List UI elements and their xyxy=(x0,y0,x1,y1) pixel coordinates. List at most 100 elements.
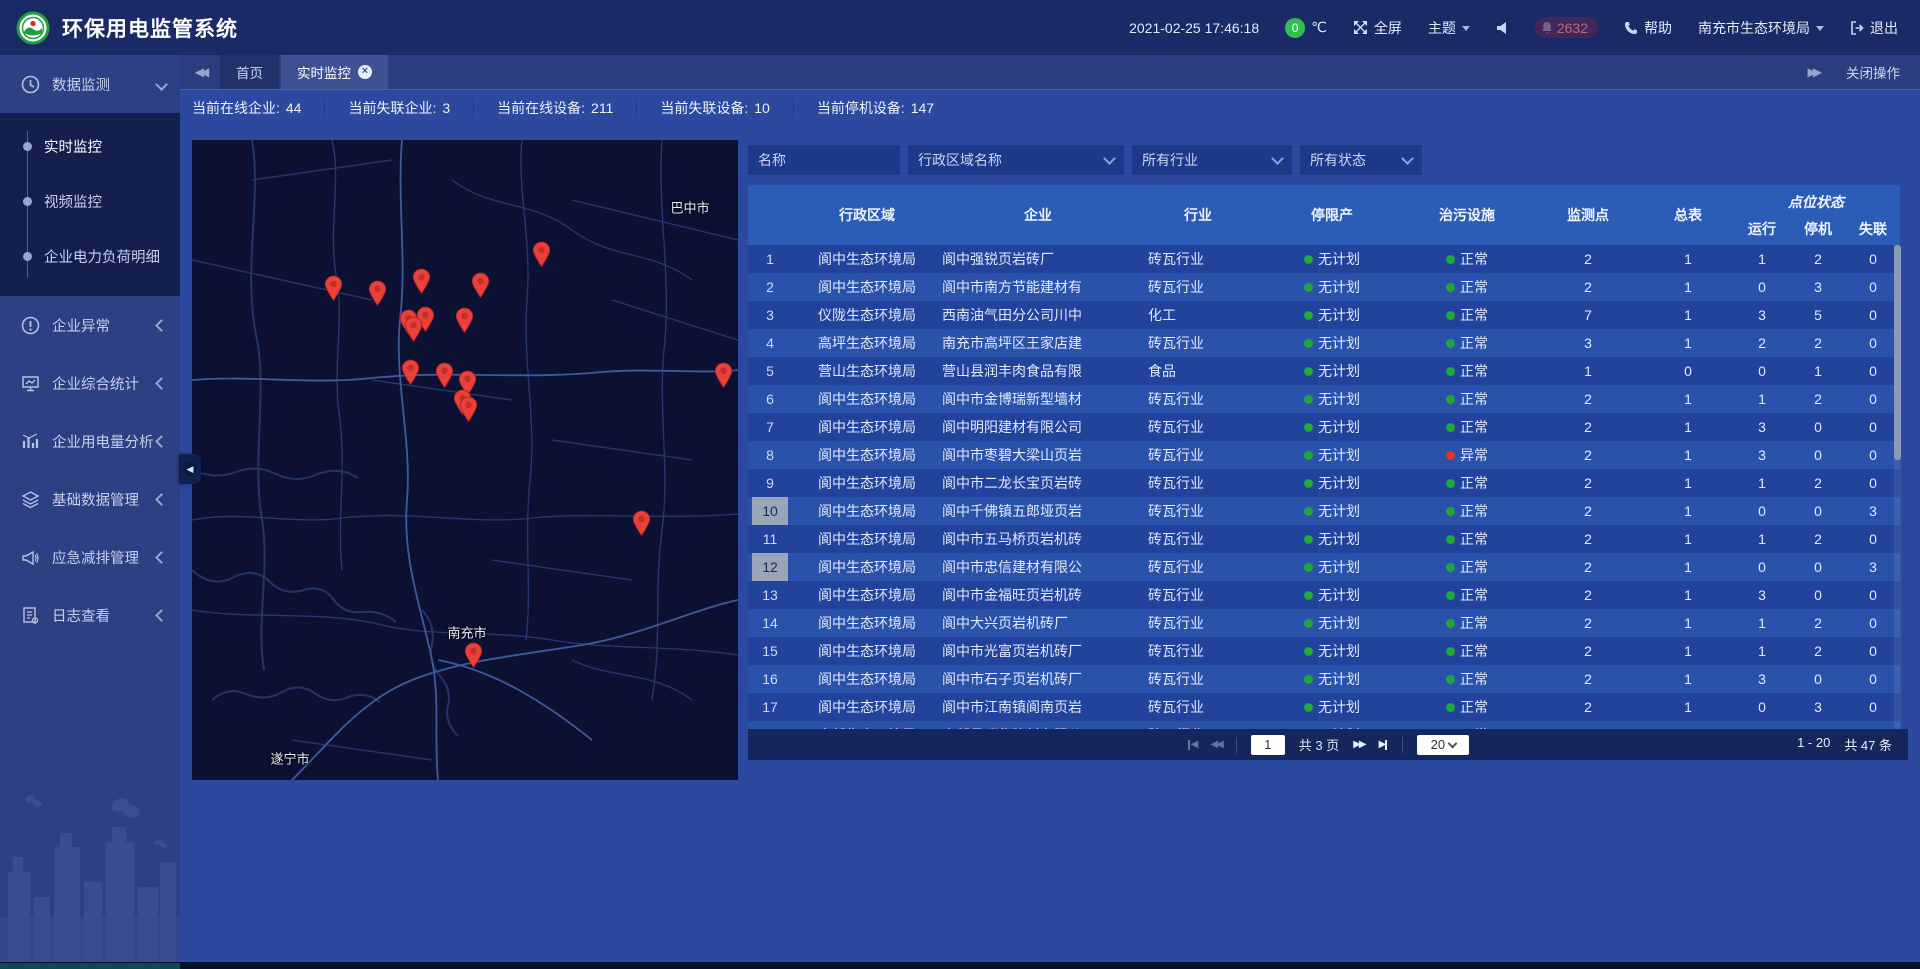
logout-button[interactable]: 退出 xyxy=(1850,18,1898,38)
sidebar-item-label: 企业电力负荷明细 xyxy=(44,246,160,267)
cell-region: 阆中生态环境局 xyxy=(792,469,942,497)
sidebar-group-1[interactable]: 数据监测 xyxy=(0,55,180,113)
sidebar-item-视频监控[interactable]: 视频监控 xyxy=(0,174,180,229)
map-pin-icon[interactable] xyxy=(435,362,454,388)
sidebar-item-企业电力负荷明细[interactable]: 企业电力负荷明细 xyxy=(0,229,180,284)
column-header-monitor: 监测点 xyxy=(1532,185,1644,245)
table-scrollbar[interactable] xyxy=(1894,245,1901,729)
help-button[interactable]: 帮助 xyxy=(1624,18,1672,38)
notification-badge[interactable]: 2632 xyxy=(1535,17,1598,38)
table-row[interactable]: 6阆中生态环境局阆中市金博瑞新型墙材砖瓦行业无计划正常21120 xyxy=(748,385,1900,413)
table-row[interactable]: 13阆中生态环境局阆中市金福旺页岩机砖砖瓦行业无计划正常21300 xyxy=(748,581,1900,609)
table-row[interactable]: 9阆中生态环境局阆中市二龙长宝页岩砖砖瓦行业无计划正常21120 xyxy=(748,469,1900,497)
table-row[interactable]: 10阆中生态环境局阆中千佛镇五郎垭页岩砖瓦行业无计划正常21003 xyxy=(748,497,1900,525)
name-filter-input[interactable]: 名称 xyxy=(748,145,900,175)
tab-实时监控[interactable]: 实时监控× xyxy=(281,55,388,89)
table-row[interactable]: 1阆中生态环境局阆中强锐页岩砖厂砖瓦行业无计划正常21120 xyxy=(748,245,1900,273)
facility-status-text: 正常 xyxy=(1460,669,1488,689)
sidebar-group-6[interactable]: 应急减排管理 xyxy=(0,528,180,586)
status-dot-icon xyxy=(1446,255,1455,264)
fullscreen-button[interactable]: 全屏 xyxy=(1353,18,1402,38)
tab-首页[interactable]: 首页 xyxy=(220,55,279,89)
sidebar-group-2[interactable]: 企业异常 xyxy=(0,296,180,354)
map-pin-icon[interactable] xyxy=(455,307,474,333)
map-pin-icon[interactable] xyxy=(471,272,490,298)
status-dot-icon xyxy=(1304,255,1313,264)
sidebar-group-5[interactable]: 基础数据管理 xyxy=(0,470,180,528)
cell-run-count: 2 xyxy=(1732,329,1792,357)
mute-button[interactable] xyxy=(1496,21,1509,35)
table-row[interactable]: 4高坪生态环境局南充市高坪区王家店建砖瓦行业无计划正常31220 xyxy=(748,329,1900,357)
page-number-input[interactable]: 1 xyxy=(1251,735,1285,755)
cell-company: 南充市高坪区王家店建 xyxy=(942,329,1134,357)
map-pin-icon[interactable] xyxy=(368,280,387,306)
sidebar-group-4[interactable]: 企业用电量分析 xyxy=(0,412,180,470)
industry-filter-select[interactable]: 所有行业 xyxy=(1132,145,1292,175)
org-menu[interactable]: 南充市生态环境局 xyxy=(1698,18,1824,38)
temperature-unit: ℃ xyxy=(1311,19,1327,36)
map-pin-icon[interactable] xyxy=(532,241,551,267)
status-filter-select[interactable]: 所有状态 xyxy=(1300,145,1422,175)
cell-monitor-count: 2 xyxy=(1532,385,1644,413)
cell-region: 阆中生态环境局 xyxy=(792,609,942,637)
map-pin-icon[interactable] xyxy=(404,316,423,342)
cell-region: 阆中生态环境局 xyxy=(792,413,942,441)
map-pin-icon[interactable] xyxy=(464,642,483,668)
table-row[interactable]: 7阆中生态环境局阆中明阳建材有限公司砖瓦行业无计划正常21300 xyxy=(748,413,1900,441)
table-row[interactable]: 15阆中生态环境局阆中市光富页岩机砖厂砖瓦行业无计划正常21120 xyxy=(748,637,1900,665)
map-pin-icon[interactable] xyxy=(401,359,420,385)
map-pin-icon[interactable] xyxy=(632,510,651,536)
row-index: 13 xyxy=(752,581,788,609)
chevron-left-icon xyxy=(155,493,168,506)
cell-company: 阆中市光富页岩机砖厂 xyxy=(942,637,1134,665)
cell-region: 阆中生态环境局 xyxy=(792,385,942,413)
page-size-select[interactable]: 20 xyxy=(1417,735,1469,755)
sidebar-group-7[interactable]: 日志查看 xyxy=(0,586,180,644)
cell-lost-count: 0 xyxy=(1844,637,1900,665)
tabs-scroll-left-button[interactable]: ◀◀ xyxy=(180,55,220,89)
stop-status-text: 无计划 xyxy=(1318,417,1360,437)
row-index: 7 xyxy=(752,413,788,441)
cell-lost-count: 0 xyxy=(1844,273,1900,301)
map-pin-icon[interactable] xyxy=(324,275,343,301)
name-filter-placeholder: 名称 xyxy=(758,150,786,170)
theme-menu[interactable]: 主题 xyxy=(1428,18,1470,38)
pagination-bar: ◀ ◀◀ 1 共 3 页 ▶▶ ▶ 20 1 - 20 共 47 条 xyxy=(748,729,1908,760)
scrollbar-thumb[interactable] xyxy=(1894,245,1901,460)
last-page-button[interactable]: ▶ xyxy=(1379,739,1389,750)
table-row[interactable]: 14阆中生态环境局阆中大兴页岩机砖厂砖瓦行业无计划正常21120 xyxy=(748,609,1900,637)
close-operations-menu[interactable]: 关闭操作 xyxy=(1846,62,1900,82)
table-row[interactable]: 11阆中生态环境局阆中市五马桥页岩机砖砖瓦行业无计划正常21120 xyxy=(748,525,1900,553)
alert-icon xyxy=(20,315,40,335)
facility-status-text: 正常 xyxy=(1460,641,1488,661)
map-pin-icon[interactable] xyxy=(714,362,733,388)
map-pin-icon[interactable] xyxy=(412,268,431,294)
tab-close-icon[interactable]: × xyxy=(358,65,372,79)
map-collapse-handle[interactable]: ◀ xyxy=(179,454,201,484)
table-row[interactable]: 5营山生态环境局营山县润丰肉食品有限食品无计划正常10010 xyxy=(748,357,1900,385)
table-row[interactable]: 16阆中生态环境局阆中市石子页岩机砖厂砖瓦行业无计划正常21300 xyxy=(748,665,1900,693)
cell-monitor-count: 2 xyxy=(1532,413,1644,441)
table-row[interactable]: 8阆中生态环境局阆中市枣碧大梁山页岩砖瓦行业无计划异常21300 xyxy=(748,441,1900,469)
first-page-button[interactable]: ◀ xyxy=(1187,739,1197,750)
table-row[interactable]: 17阆中生态环境局阆中市江南镇阆南页岩砖瓦行业无计划正常21030 xyxy=(748,693,1900,721)
table-row[interactable]: 3仪陇生态环境局西南油气田分公司川中化工无计划正常71350 xyxy=(748,301,1900,329)
sidebar-item-实时监控[interactable]: 实时监控 xyxy=(0,119,180,174)
cell-industry: 砖瓦行业 xyxy=(1134,525,1262,553)
cell-monitor-count: 2 xyxy=(1532,721,1644,729)
sidebar-submenu: 实时监控视频监控企业电力负荷明细 xyxy=(0,113,180,296)
region-filter-select[interactable]: 行政区域名称 xyxy=(908,145,1124,175)
map-pin-icon[interactable] xyxy=(459,396,478,422)
sidebar-group-label: 日志查看 xyxy=(52,605,157,626)
next-page-button[interactable]: ▶▶ xyxy=(1353,739,1364,750)
chevron-down-icon xyxy=(155,78,168,91)
tabs-scroll-right-button[interactable]: ▶▶ xyxy=(1808,65,1818,79)
sidebar-group-3[interactable]: 企业综合统计 xyxy=(0,354,180,412)
cell-halt-count: 2 xyxy=(1792,329,1844,357)
map-panel[interactable]: 巴中市南充市遂宁市 xyxy=(192,140,738,780)
table-row[interactable]: 12阆中生态环境局阆中市忠信建材有限公砖瓦行业无计划正常21003 xyxy=(748,553,1900,581)
prev-page-button[interactable]: ◀◀ xyxy=(1210,739,1221,750)
table-row[interactable]: 18南部生态环境局南部县瑞华建材有限公砖瓦行业无计划正常21060 xyxy=(748,721,1900,729)
cell-monitor-count: 3 xyxy=(1532,329,1644,357)
table-row[interactable]: 2阆中生态环境局阆中市南方节能建材有砖瓦行业无计划正常21030 xyxy=(748,273,1900,301)
